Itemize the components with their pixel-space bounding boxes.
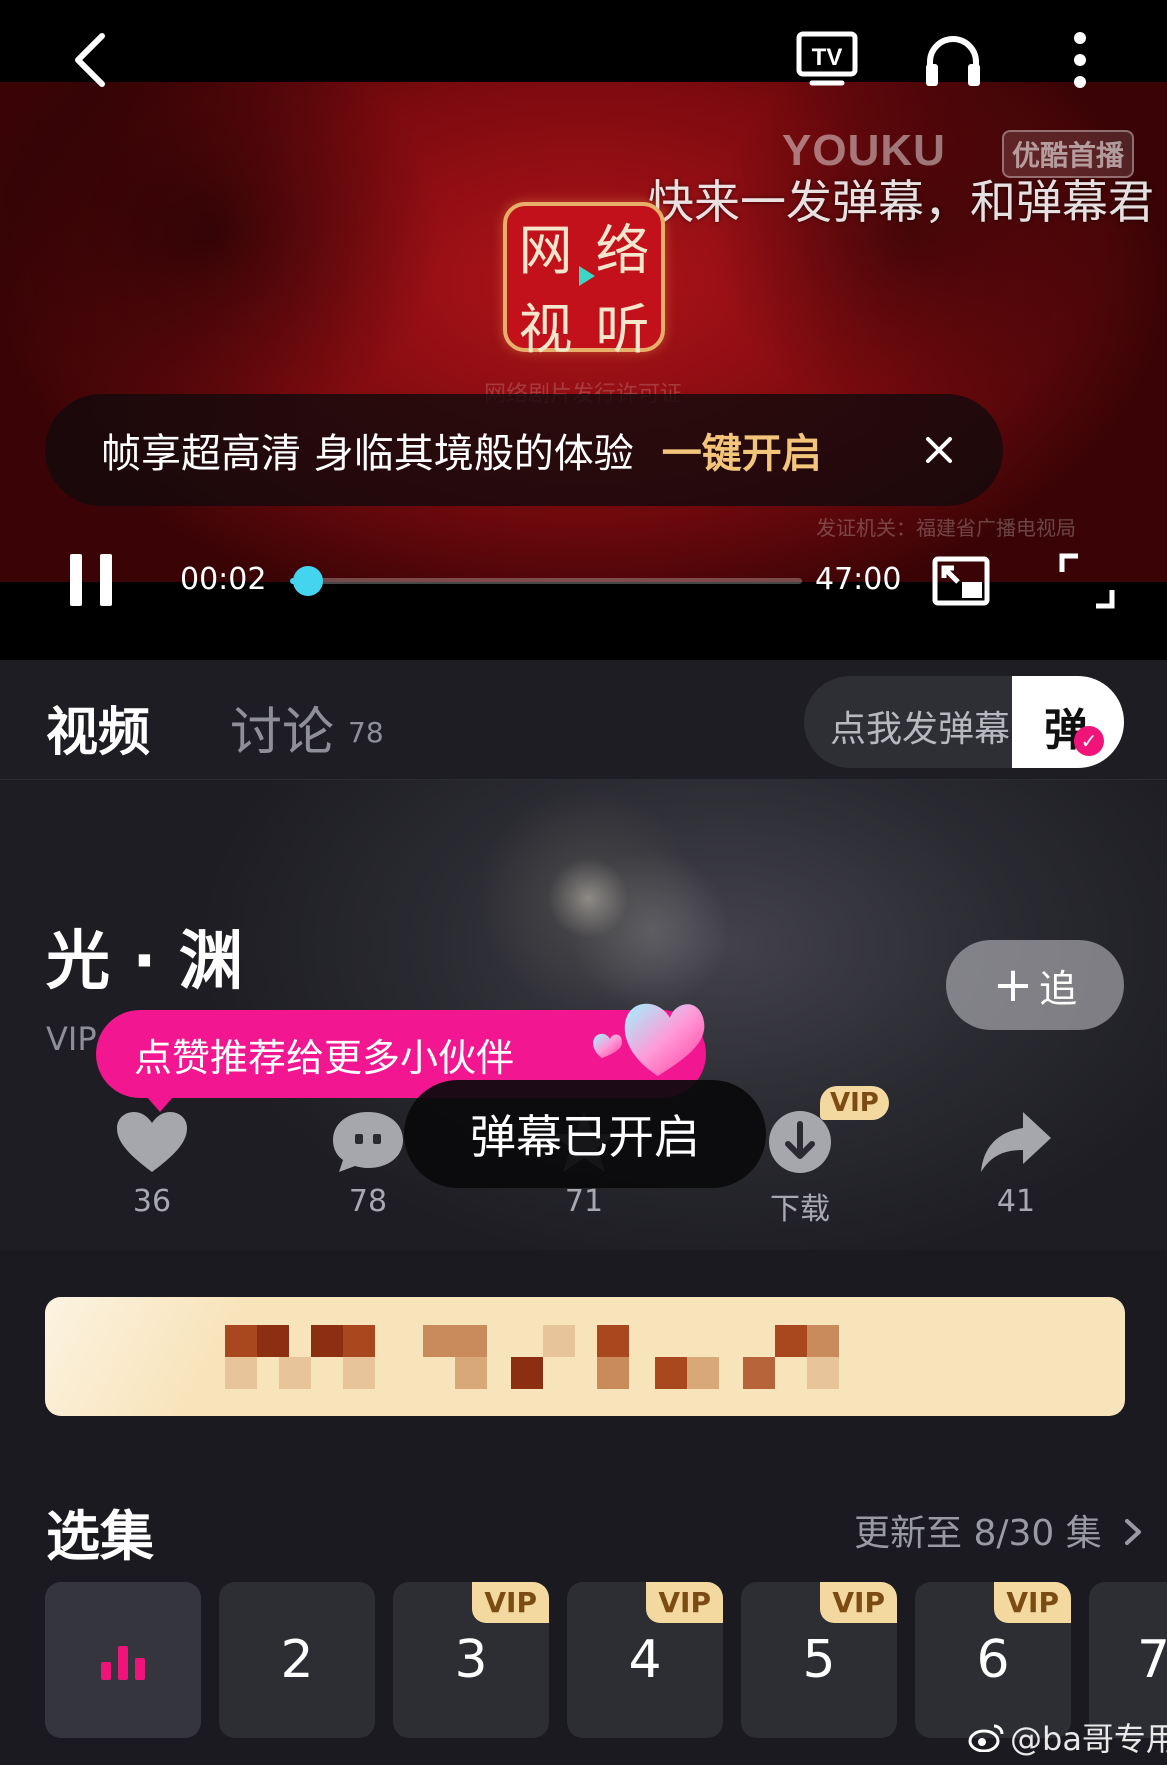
- tab-video[interactable]: 视频: [46, 690, 150, 765]
- more-options-icon[interactable]: [1062, 30, 1098, 90]
- seal-char: 络: [595, 219, 650, 282]
- chevron-right-icon: [1125, 1519, 1142, 1545]
- now-playing-icon: [101, 1640, 145, 1680]
- download-label: 下载: [770, 1192, 830, 1227]
- player-controls: 00:02 47:00: [0, 540, 1167, 620]
- video-player[interactable]: YOUKU 优酷首播 快来一发弹幕，和弹幕君 网 络 视 听 网络剧片发行许可证…: [0, 0, 1167, 660]
- mosaic-block: [687, 1357, 719, 1389]
- share-icon: [981, 1112, 1051, 1172]
- vip-badge: VIP: [994, 1582, 1071, 1623]
- share-action[interactable]: 41: [956, 1110, 1076, 1219]
- danmaku-toggle-button[interactable]: 弹 ✓: [1012, 676, 1124, 768]
- hd-promo-message: 帧享超高清 身临其境般的体验: [101, 431, 634, 477]
- danmaku-scroll-text: 快来一发弹幕，和弹幕君: [648, 175, 1154, 229]
- mosaic-block: [807, 1325, 839, 1357]
- close-icon[interactable]: [913, 424, 965, 476]
- download-vip-badge: VIP: [820, 1086, 889, 1120]
- episodes-update-link[interactable]: 更新至 8/30 集: [854, 1504, 1143, 1556]
- check-icon: ✓: [1074, 726, 1104, 756]
- mosaic-block: [543, 1325, 575, 1357]
- share-count: 41: [996, 1184, 1036, 1219]
- mosaic-block: [225, 1357, 257, 1389]
- vip-badge: VIP: [472, 1582, 549, 1623]
- mosaic-block: [225, 1325, 257, 1357]
- current-time: 00:02: [180, 562, 267, 597]
- episode-item-3[interactable]: 3 VIP: [393, 1582, 549, 1738]
- mosaic-block: [343, 1357, 375, 1389]
- tab-discuss[interactable]: 讨论: [230, 690, 334, 765]
- mosaic-block: [511, 1357, 543, 1389]
- follow-button[interactable]: + 追: [946, 940, 1124, 1030]
- episode-item-2[interactable]: 2: [219, 1582, 375, 1738]
- episodes-update-text: 更新至 8/30 集: [854, 1513, 1102, 1554]
- weibo-watermark: @ba哥专用: [968, 1714, 1167, 1760]
- seal-char: 听: [595, 298, 650, 361]
- danmaku-enabled-toast: 弹幕已开启: [404, 1080, 766, 1188]
- like-action[interactable]: 36: [92, 1110, 212, 1219]
- mosaic-block: [655, 1357, 687, 1389]
- danmaku-input-placeholder: 点我发弹幕: [830, 709, 1011, 750]
- weibo-icon: [968, 1724, 1004, 1752]
- episode-item-4[interactable]: 4 VIP: [567, 1582, 723, 1738]
- mosaic-block: [597, 1325, 629, 1357]
- back-icon[interactable]: [60, 24, 120, 96]
- mosaic-block: [257, 1325, 289, 1357]
- promo-banner[interactable]: [45, 1297, 1125, 1416]
- mosaic-block: [455, 1325, 487, 1357]
- watermark-text: @ba哥专用: [1010, 1720, 1167, 1758]
- network-av-seal-logo: 网 络 视 听: [503, 202, 665, 361]
- like-count: 36: [132, 1184, 172, 1219]
- mosaic-block: [423, 1325, 455, 1357]
- episodes-heading: 选集: [46, 1505, 154, 1568]
- vip-badge: VIP: [646, 1582, 723, 1623]
- mosaic-block: [343, 1325, 375, 1357]
- content-tabs: 视频 讨论 78 点我发弹幕 弹 ✓: [0, 660, 1167, 780]
- seal-char: 视: [518, 298, 573, 361]
- seal-char: 网: [518, 219, 573, 282]
- episode-item-1[interactable]: [45, 1582, 201, 1738]
- comment-count: 78: [348, 1184, 388, 1219]
- episode-number: 4: [628, 1630, 662, 1690]
- heart-sticker-icon: [580, 980, 710, 1090]
- progress-handle[interactable]: [292, 566, 323, 596]
- episode-number: 7: [1137, 1630, 1167, 1690]
- hd-promo-toast: 帧享超高清 身临其境般的体验 一键开启: [45, 394, 1003, 506]
- progress-bar[interactable]: [290, 566, 802, 596]
- enable-hd-button[interactable]: 一键开启: [662, 421, 822, 479]
- show-info-panel: 光 · 渊 VIP + 追 点赞推荐给更多小伙伴 36 78 71 下载 VIP…: [0, 780, 1167, 1250]
- danmaku-enabled-text: 弹幕已开启: [470, 1110, 700, 1164]
- pause-icon[interactable]: [66, 554, 116, 606]
- mosaic-block: [807, 1357, 839, 1389]
- mosaic-block: [743, 1357, 775, 1389]
- vip-tag: VIP: [46, 1020, 97, 1058]
- mosaic-block: [279, 1357, 311, 1389]
- episode-number: 5: [802, 1630, 836, 1690]
- like-tooltip-text: 点赞推荐给更多小伙伴: [134, 1035, 515, 1080]
- episode-item-5[interactable]: 5 VIP: [741, 1582, 897, 1738]
- tv-cast-icon[interactable]: TV: [796, 30, 858, 88]
- episode-number: 2: [280, 1630, 314, 1690]
- comment-icon: [333, 1112, 403, 1172]
- episode-number: 6: [976, 1630, 1010, 1690]
- mosaic-block: [455, 1357, 487, 1389]
- follow-label: 追: [1039, 966, 1078, 1011]
- heart-icon: [117, 1112, 187, 1172]
- fullscreen-icon[interactable]: [1058, 552, 1116, 610]
- mosaic-block: [311, 1325, 343, 1357]
- headphone-icon[interactable]: [922, 30, 984, 90]
- show-title: 光 · 渊: [46, 925, 243, 999]
- discuss-count: 78: [348, 716, 384, 749]
- episode-number: 3: [454, 1630, 488, 1690]
- picture-in-picture-icon[interactable]: [932, 556, 990, 606]
- vip-badge: VIP: [820, 1582, 897, 1623]
- mosaic-block: [775, 1325, 807, 1357]
- mosaic-block: [597, 1357, 629, 1389]
- plus-icon: +: [992, 957, 1034, 1013]
- favorite-count: 71: [564, 1184, 604, 1219]
- total-duration: 47:00: [815, 562, 902, 597]
- play-icon: [579, 266, 595, 286]
- svg-text:TV: TV: [812, 44, 843, 71]
- issuer-text: 发证机关：福建省广播电视局: [816, 516, 1076, 540]
- player-top-bar: [0, 0, 1167, 82]
